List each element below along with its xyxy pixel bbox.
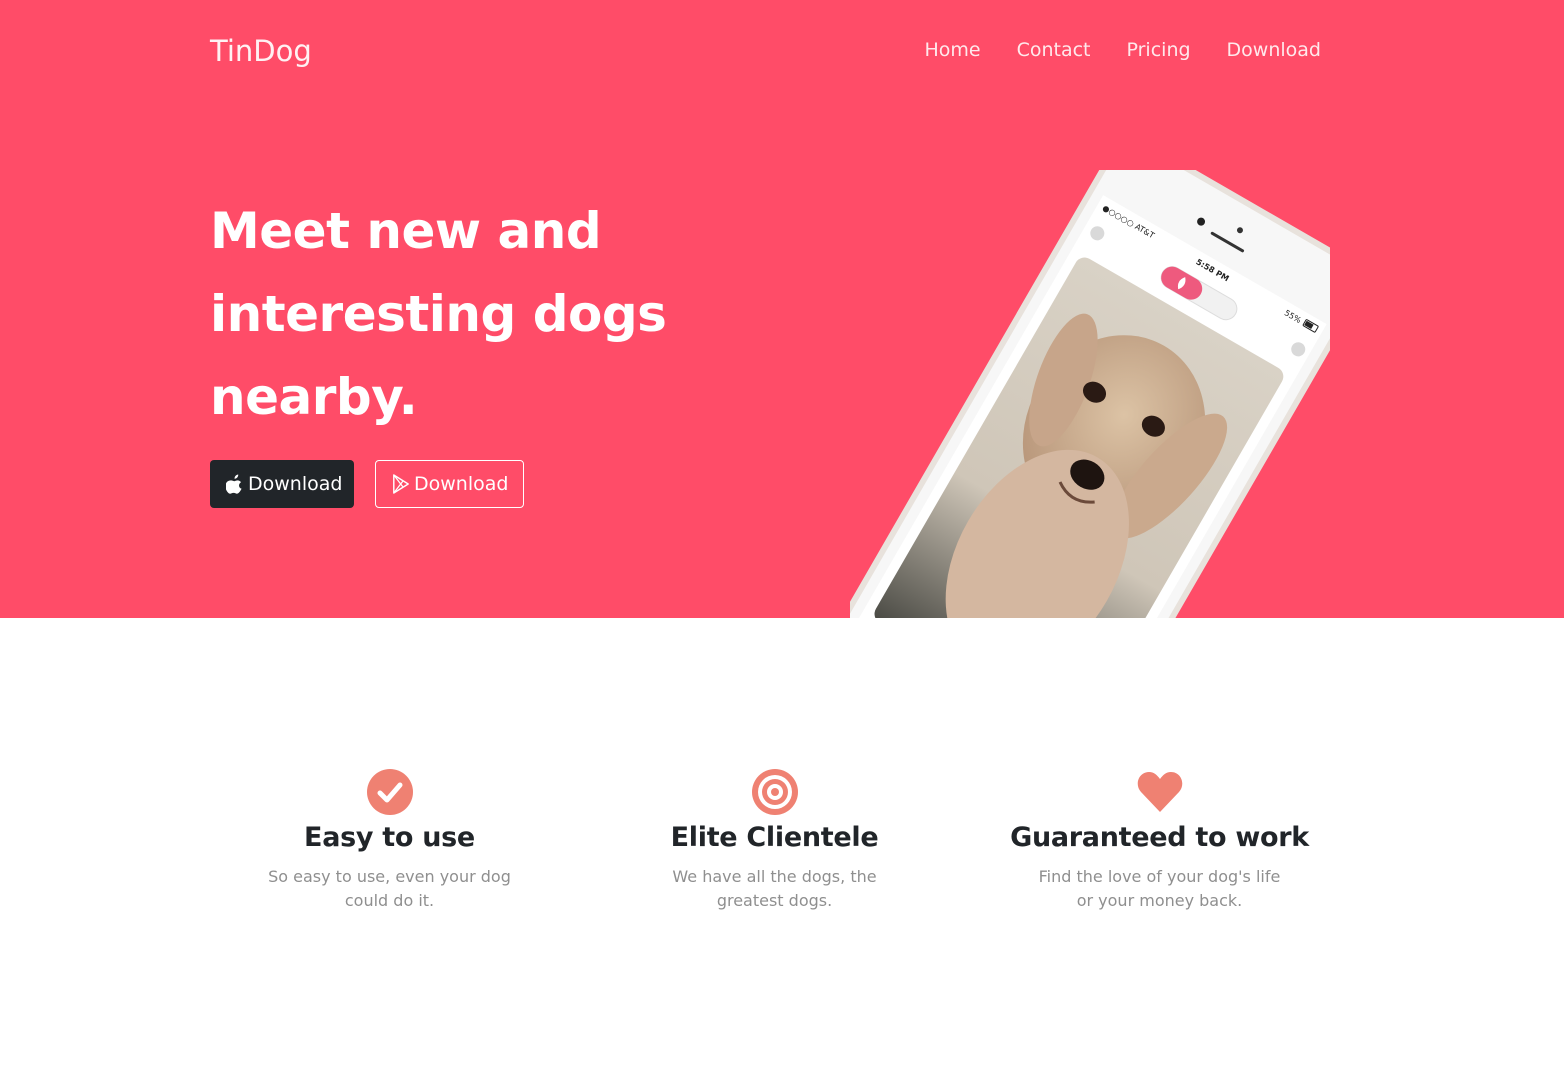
- phone-mockup: ●○○○○ AT&T 5:58 PM 55%: [830, 145, 1358, 618]
- feature-text: We have all the dogs, the greatest dogs.: [672, 867, 877, 910]
- feature-title: Elite Clientele: [670, 822, 879, 853]
- navbar: Home Contact Pricing Download: [924, 39, 1321, 61]
- feature-text: So easy to use, even your dog could do i…: [268, 867, 511, 910]
- google-play-download-label: Download: [414, 473, 509, 495]
- apple-download-button[interactable]: Download: [210, 460, 354, 508]
- google-play-download-button[interactable]: Download: [375, 460, 524, 508]
- brand-logo[interactable]: TinDog: [210, 34, 312, 68]
- apple-download-label: Download: [248, 473, 343, 495]
- feature-text: Find the love of your dog's life or your…: [1038, 867, 1281, 910]
- feature-easy-to-use: Easy to use So easy to use, even your do…: [197, 768, 582, 913]
- feature-guaranteed-to-work: Guaranteed to work Find the love of your…: [967, 768, 1352, 913]
- check-circle-icon: [366, 769, 413, 815]
- heart-icon: [1137, 772, 1182, 812]
- hero-title: Meet new and interesting dogs nearby.: [210, 202, 667, 426]
- features-section: Easy to use So easy to use, even your do…: [197, 768, 1352, 913]
- feature-title: Guaranteed to work: [1010, 822, 1309, 853]
- nav-contact-link[interactable]: Contact: [1017, 39, 1091, 61]
- nav-pricing-link[interactable]: Pricing: [1127, 39, 1191, 61]
- hero-section: TinDog Home Contact Pricing Download Mee…: [0, 0, 1564, 618]
- apple-icon: [226, 474, 244, 494]
- nav-home-link[interactable]: Home: [924, 39, 980, 61]
- google-play-icon: [392, 474, 410, 494]
- feature-elite-clientele: Elite Clientele We have all the dogs, th…: [582, 768, 967, 913]
- bullseye-icon: [751, 769, 798, 815]
- nav-download-link[interactable]: Download: [1227, 39, 1321, 61]
- feature-title: Easy to use: [304, 822, 475, 853]
